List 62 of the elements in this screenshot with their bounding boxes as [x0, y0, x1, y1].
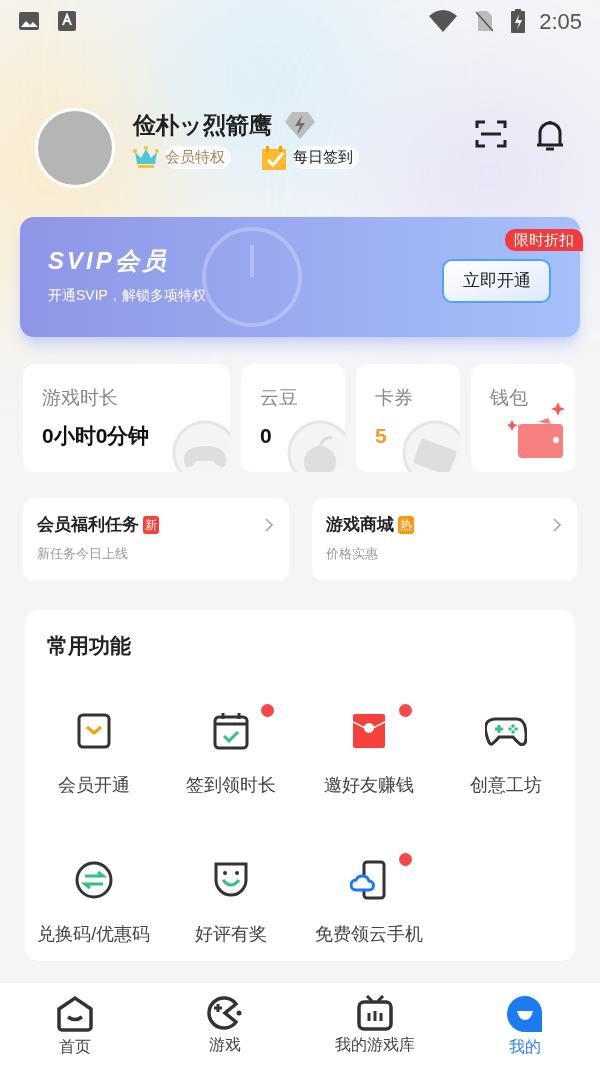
feature-item[interactable]: 好评有奖 — [195, 920, 268, 948]
promo-subtitle: 价格实惠 — [325, 544, 379, 563]
promo-subtitle: 新任务今日上线 — [37, 544, 129, 563]
banner-subtitle: 开通SVIP，解锁多项特权 — [48, 286, 206, 305]
feature-item[interactable]: 创意工坊 — [470, 771, 543, 799]
cloud-phone-icon — [349, 859, 388, 900]
badge-label[interactable]: 每日签到 — [293, 146, 359, 169]
battery-icon — [511, 9, 526, 33]
promo-tag: 热 — [397, 515, 414, 534]
svip-banner[interactable]: 限时折扣 SVIP会员 开通SVIP，解锁多项特权 立即开通 — [20, 217, 580, 337]
feature-item[interactable]: 免费领云手机 — [314, 920, 423, 948]
nav-tab[interactable]: 首页 — [0, 983, 150, 1066]
stat-card[interactable]: 游戏时长 0小时0分钟 — [23, 364, 230, 472]
open-now-button[interactable]: 立即开通 — [442, 259, 551, 303]
envelope-icon — [352, 713, 385, 748]
no-sim-icon — [475, 10, 494, 32]
chevron-right-icon — [264, 518, 273, 532]
promo-title: 游戏商城 — [325, 514, 394, 536]
feature-item[interactable]: 邀好友赚钱 — [323, 771, 414, 799]
discount-tag: 限时折扣 — [505, 229, 583, 251]
exchange-icon — [74, 860, 113, 899]
calendar-check-icon — [261, 144, 287, 171]
pacman-icon — [206, 995, 244, 1031]
promo-tag: 新 — [143, 515, 159, 534]
scan-icon[interactable] — [475, 118, 507, 150]
bell-icon[interactable] — [535, 118, 565, 152]
username: 俭朴ッ烈箭鹰 — [133, 111, 272, 140]
chevron-right-icon — [553, 518, 561, 532]
promo-title: 会员福利任务 — [37, 514, 139, 536]
status-time: 2:05 — [539, 7, 582, 36]
checkmark-box-icon — [76, 712, 111, 749]
feature-item[interactable]: 会员开通 — [57, 771, 130, 799]
stat-card[interactable]: 云豆 0 — [241, 364, 345, 472]
crown-icon — [133, 145, 159, 170]
banner-title: SVIP会员 — [48, 246, 170, 276]
stat-label: 卡券 — [375, 388, 414, 407]
nav-tab[interactable]: 我的 — [450, 983, 600, 1066]
stat-card[interactable]: 钱包 — [471, 364, 575, 472]
stat-value: 0小时0分钟 — [42, 425, 151, 446]
home-icon — [56, 995, 94, 1033]
wifi-icon — [429, 10, 458, 32]
feature-item[interactable]: 签到领时长 — [186, 771, 277, 799]
lightning-icon — [284, 110, 316, 141]
stat-value: 0 — [260, 425, 273, 446]
image-icon — [18, 10, 40, 32]
nav-tab[interactable]: 游戏 — [150, 983, 300, 1066]
promo-card[interactable]: 游戏商城 热 价格实惠 — [311, 498, 577, 581]
stat-label: 云豆 — [260, 388, 299, 407]
stat-card[interactable]: 卡券 5 — [356, 364, 460, 472]
calendar-check-icon — [213, 711, 250, 750]
promo-card[interactable]: 会员福利任务 新 新任务今日上线 — [23, 498, 289, 581]
smile-shield-icon — [214, 861, 249, 898]
feature-item[interactable]: 兑换码/优惠码 — [37, 920, 151, 948]
section-title: 常用功能 — [47, 633, 132, 659]
stat-label: 游戏时长 — [42, 388, 119, 407]
text-icon — [58, 11, 76, 31]
stat-value: 5 — [375, 425, 388, 446]
gamepad-icon — [485, 715, 528, 746]
smile-bubble-icon — [506, 995, 544, 1033]
nav-tab[interactable]: 我的游戏库 — [300, 983, 450, 1066]
stat-label: 钱包 — [490, 388, 529, 407]
tv-icon — [356, 995, 394, 1031]
